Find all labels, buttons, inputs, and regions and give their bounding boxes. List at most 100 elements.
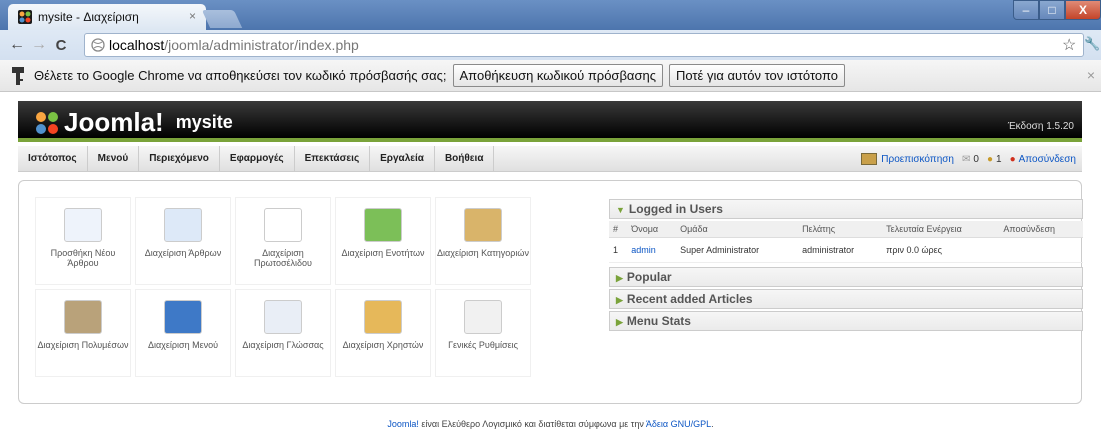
menu-site[interactable]: Ιστότοπος — [18, 145, 88, 172]
save-password-button[interactable]: Αποθήκευση κωδικού πρόσβασης — [452, 64, 663, 87]
cell-logout[interactable] — [999, 237, 1083, 263]
window-close-button[interactable]: X — [1065, 0, 1101, 20]
menu-menus[interactable]: Μενού — [88, 145, 140, 172]
cell-last-activity: πριν 0.0 ώρες — [882, 237, 1000, 263]
key-icon — [12, 66, 24, 85]
media-manager-icon — [64, 300, 102, 334]
icon-menu-manager[interactable]: Διαχείριση Μενού — [135, 289, 231, 377]
user-manager-icon — [364, 300, 402, 334]
module-title: Menu Stats — [626, 314, 691, 328]
back-button[interactable]: ← — [6, 36, 28, 54]
logout-icon: ● — [1009, 153, 1016, 165]
joomla-logo-icon — [36, 111, 58, 134]
menu-tools[interactable]: Εργαλεία — [370, 145, 435, 172]
icon-section-manager[interactable]: Διαχείριση Ενοτήτων — [335, 197, 431, 285]
bookmark-star-icon[interactable]: ☆ — [1062, 35, 1076, 55]
logged-in-users-header[interactable]: ▼ Logged in Users — [609, 199, 1083, 219]
add-article-icon — [64, 208, 102, 242]
users-icon: ● — [986, 153, 993, 165]
cell-client: administrator — [798, 237, 883, 263]
module-title: Popular — [626, 270, 672, 284]
footer-dot: . — [711, 419, 714, 429]
table-row: 1 admin Super Administrator administrato… — [609, 237, 1083, 263]
maximize-button[interactable]: □ — [1039, 0, 1065, 20]
cell-group: Super Administrator — [676, 237, 799, 263]
collapsed-arrow-icon: ▶ — [616, 317, 623, 327]
expanded-arrow-icon: ▼ — [616, 205, 625, 215]
version-label: Έκδοση 1.5.20 — [1007, 121, 1074, 132]
icon-label: Διαχείριση Χρηστών — [342, 340, 424, 350]
icon-category-manager[interactable]: Διαχείριση Κατηγοριών — [435, 197, 531, 285]
icon-add-article[interactable]: Προσθήκη Νέου Άρθρου — [35, 197, 131, 285]
wrench-icon[interactable]: 🔧 — [1084, 36, 1100, 52]
recent-articles-header[interactable]: ▶ Recent added Articles — [609, 289, 1083, 309]
collapsed-arrow-icon: ▶ — [616, 295, 623, 305]
module-title: Recent added Articles — [626, 292, 753, 306]
site-name: mysite — [175, 112, 233, 132]
col-group: Ομάδα — [676, 221, 799, 238]
preview-icon — [861, 153, 878, 165]
users-count[interactable]: 1 — [996, 154, 1002, 165]
tab-title: mysite - Διαχείριση — [38, 10, 139, 24]
icon-label: Διαχείριση Πρωτοσέλιδου — [254, 248, 312, 268]
new-tab-button[interactable] — [201, 10, 243, 28]
category-manager-icon — [464, 208, 502, 242]
status-links: Προεπισκόπηση ✉ 0 ● 1 ● Αποσύνδεση — [853, 146, 1076, 172]
reload-button[interactable]: C — [50, 37, 72, 54]
icon-global-configuration[interactable]: Γενικές Ρυθμίσεις — [435, 289, 531, 377]
icon-frontpage-manager[interactable]: Διαχείριση Πρωτοσέλιδου — [235, 197, 331, 285]
url-host: localhost — [109, 37, 165, 53]
icon-label: Προσθήκη Νέου Άρθρου — [50, 248, 116, 268]
icon-label: Διαχείριση Γλώσσας — [242, 340, 324, 350]
menu-help[interactable]: Βοήθεια — [435, 145, 495, 172]
icon-label: Γενικές Ρυθμίσεις — [448, 340, 518, 350]
user-link[interactable]: admin — [627, 237, 677, 263]
popular-header[interactable]: ▶ Popular — [609, 267, 1083, 287]
control-panel: Προσθήκη Νέου Άρθρου Διαχείριση Άρθρων Δ… — [18, 180, 1083, 404]
modules-column: ▼ Logged in Users # Όνομα Ομάδα Πελάτης Τ… — [609, 199, 1083, 333]
menu-components[interactable]: Εφαρμογές — [220, 145, 295, 172]
menu-content[interactable]: Περιεχόμενο — [139, 145, 220, 172]
section-manager-icon — [364, 208, 402, 242]
joomla-footer-link[interactable]: Joomla! — [387, 419, 419, 429]
password-infobar: Θέλετε το Google Chrome να αποθηκεύσει τ… — [0, 60, 1101, 92]
icon-label: Διαχείριση Άρθρων — [144, 248, 222, 258]
messages-icon: ✉ — [962, 153, 971, 165]
icon-language-manager[interactable]: Διαχείριση Γλώσσας — [235, 289, 331, 377]
icon-label: Διαχείριση Μενού — [147, 340, 219, 350]
never-save-button[interactable]: Ποτέ για αυτόν τον ιστότοπο — [668, 64, 845, 87]
home-icon — [264, 208, 302, 242]
logged-in-users-table: # Όνομα Ομάδα Πελάτης Τελευταία Ενέργεια… — [609, 221, 1083, 263]
url-path: /joomla/administrator/index.php — [164, 37, 359, 53]
cell-number: 1 — [609, 237, 628, 263]
browser-tab[interactable]: mysite - Διαχείριση × — [8, 4, 206, 30]
icon-label: Διαχείριση Κατηγοριών — [437, 248, 529, 258]
icon-user-manager[interactable]: Διαχείριση Χρηστών — [335, 289, 431, 377]
infobar-close-icon[interactable]: × — [1087, 67, 1095, 83]
admin-menu-bar: Ιστότοπος Μενού Περιεχόμενο Εφαρμογές Επ… — [18, 145, 1082, 172]
messages-count[interactable]: 0 — [973, 154, 979, 165]
icon-media-manager[interactable]: Διαχείριση Πολυμέσων — [35, 289, 131, 377]
footer: Joomla! είναι Ελεύθερο Λογισμικό και δια… — [0, 419, 1101, 429]
joomla-logo: Joomla! mysite — [34, 107, 233, 138]
article-manager-icon — [164, 208, 202, 242]
col-name: Όνομα — [627, 221, 677, 238]
license-link[interactable]: Άδεια GNU/GPL — [646, 419, 711, 429]
joomla-header: Joomla! mysite Έκδοση 1.5.20 — [18, 101, 1082, 142]
minimize-button[interactable]: – — [1013, 0, 1039, 20]
menu-manager-icon — [164, 300, 202, 334]
menu-extensions[interactable]: Επεκτάσεις — [295, 145, 371, 172]
tab-close-icon[interactable]: × — [189, 9, 196, 23]
col-logout: Αποσύνδεση — [999, 221, 1083, 238]
tab-strip: mysite - Διαχείριση × – □ X — [0, 0, 1101, 30]
logout-link[interactable]: Αποσύνδεση — [1019, 154, 1076, 165]
icon-label: Διαχείριση Ενοτήτων — [341, 248, 425, 258]
forward-button[interactable]: → — [28, 36, 50, 54]
menu-stats-header[interactable]: ▶ Menu Stats — [609, 311, 1083, 331]
address-bar[interactable]: localhost/joomla/administrator/index.php — [84, 33, 1084, 57]
preview-link[interactable]: Προεπισκόπηση — [881, 154, 954, 165]
language-manager-icon — [264, 300, 302, 334]
joomla-wordmark: Joomla! — [64, 107, 164, 137]
joomla-favicon-icon — [18, 10, 32, 24]
icon-article-manager[interactable]: Διαχείριση Άρθρων — [135, 197, 231, 285]
